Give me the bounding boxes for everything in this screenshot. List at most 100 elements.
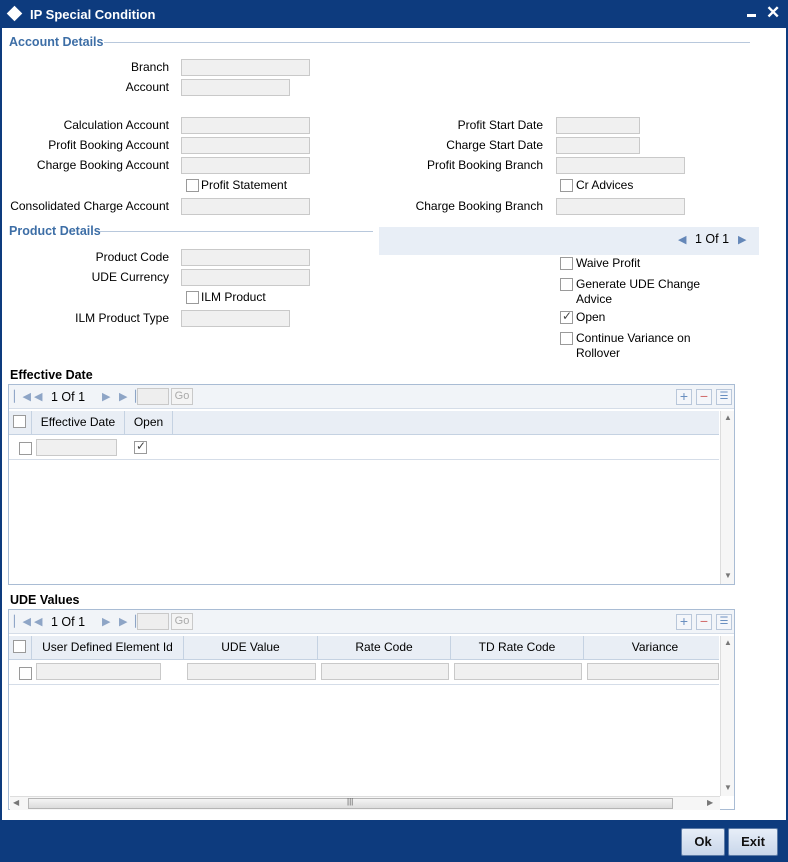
variance-column-header: Variance <box>631 640 679 654</box>
variance-cell-input[interactable] <box>587 663 719 680</box>
ude-values-page-input[interactable] <box>137 613 169 630</box>
profit-booking-branch-input[interactable] <box>556 157 685 174</box>
profit-start-date-label: Profit Start Date <box>457 118 543 132</box>
continue-variance-label-line1: Continue Variance on <box>576 331 691 345</box>
profit-booking-account-input[interactable] <box>181 137 310 154</box>
profit-booking-branch-label: Profit Booking Branch <box>426 158 543 172</box>
calculation-account-label: Calculation Account <box>63 118 169 132</box>
effective-date-grid-title: Effective Date <box>10 368 93 382</box>
generate-ude-change-advice-label-line1: Generate UDE Change <box>576 277 701 291</box>
effective-date-vertical-scrollbar[interactable]: ▲ ▼ <box>720 411 734 584</box>
select-all-cell <box>9 411 32 434</box>
select-all-checkbox[interactable] <box>13 415 26 428</box>
ude-value-column-header: UDE Value <box>184 636 318 659</box>
generate-ude-change-advice-label-line2: Advice <box>576 292 613 306</box>
row-select-checkbox[interactable] <box>19 667 32 680</box>
footer-bar <box>2 820 786 860</box>
next-page-icon[interactable]: ▶ <box>102 615 110 628</box>
delete-row-icon[interactable]: − <box>696 389 712 405</box>
exit-button[interactable]: Exit <box>728 828 778 856</box>
product-details-divider <box>100 231 373 232</box>
ude-values-grid: ▏◀ ◀ 1 Of 1 ▶ ▶▕ Go + − ☰ User Defined E… <box>8 609 735 810</box>
ilm-product-type-label: ILM Product Type <box>75 311 169 325</box>
account-details-divider <box>104 42 750 43</box>
ude-values-horizontal-scrollbar[interactable]: ◀ ||| ▶ <box>10 796 720 810</box>
ok-button[interactable]: Ok <box>681 828 725 856</box>
add-row-icon[interactable]: + <box>676 614 692 630</box>
effective-date-grid: ▏◀ ◀ 1 Of 1 ▶ ▶▕ Go + − ☰ Effective Date… <box>8 384 735 585</box>
last-page-icon[interactable]: ▶▕ <box>119 390 136 403</box>
ip-special-condition-window: IP Special Condition ✕ Account Details B… <box>0 0 788 862</box>
scrollbar-thumb[interactable]: ||| <box>28 797 673 809</box>
effective-date-page-input[interactable] <box>137 388 169 405</box>
charge-start-date-input[interactable] <box>556 137 640 154</box>
ude-values-grid-toolbar: ▏◀ ◀ 1 Of 1 ▶ ▶▕ Go + − ☰ <box>9 610 734 634</box>
waive-profit-checkbox[interactable] <box>560 257 573 270</box>
generate-ude-change-advice-checkbox[interactable] <box>560 278 573 291</box>
first-page-icon[interactable]: ▏◀ <box>14 615 31 628</box>
scroll-up-icon[interactable]: ▲ <box>724 413 732 422</box>
user-defined-element-id-cell-input[interactable] <box>36 663 161 680</box>
branch-input[interactable] <box>181 59 310 76</box>
last-page-icon[interactable]: ▶▕ <box>119 615 136 628</box>
branch-label: Branch <box>130 60 169 74</box>
select-all-cell <box>9 636 32 659</box>
select-all-checkbox[interactable] <box>13 640 26 653</box>
effective-date-go-button[interactable]: Go <box>171 388 193 405</box>
close-icon[interactable]: ✕ <box>766 3 780 23</box>
window-title: IP Special Condition <box>30 7 156 22</box>
ude-currency-input[interactable] <box>181 269 310 286</box>
ilm-product-type-input[interactable] <box>181 310 290 327</box>
product-pager-text: 1 Of 1 <box>695 232 730 246</box>
cr-advices-label: Cr Advices <box>576 178 634 192</box>
profit-statement-label: Profit Statement <box>201 178 288 192</box>
continue-variance-checkbox[interactable] <box>560 332 573 345</box>
ude-values-vertical-scrollbar[interactable]: ▲ ▼ <box>720 636 734 796</box>
product-details-section-title: Product Details <box>9 224 101 238</box>
ude-values-go-button[interactable]: Go <box>171 613 193 630</box>
ilm-product-checkbox[interactable] <box>186 291 199 304</box>
scroll-up-icon[interactable]: ▲ <box>724 638 732 647</box>
minimize-icon[interactable] <box>747 14 756 17</box>
account-input[interactable] <box>181 79 290 96</box>
charge-booking-branch-input[interactable] <box>556 198 685 215</box>
scroll-down-icon[interactable]: ▼ <box>724 571 732 580</box>
calculation-account-input[interactable] <box>181 117 310 134</box>
single-view-icon[interactable]: ☰ <box>716 389 732 405</box>
grip-icon: ||| <box>347 797 354 806</box>
cr-advices-checkbox[interactable] <box>560 179 573 192</box>
prev-page-icon[interactable]: ◀ <box>34 615 42 628</box>
row-select-checkbox[interactable] <box>19 442 32 455</box>
previous-record-icon[interactable]: ◀ <box>678 233 686 246</box>
effective-date-pager-text: 1 Of 1 <box>51 390 86 404</box>
profit-start-date-input[interactable] <box>556 117 640 134</box>
charge-booking-account-input[interactable] <box>181 157 310 174</box>
prev-page-icon[interactable]: ◀ <box>34 390 42 403</box>
td-rate-code-cell-input[interactable] <box>454 663 582 680</box>
open-checkbox[interactable] <box>560 309 573 324</box>
effective-date-column-header: Effective Date <box>32 411 125 434</box>
account-label: Account <box>125 80 169 94</box>
rate-code-cell-input[interactable] <box>321 663 449 680</box>
scroll-right-icon[interactable]: ▶ <box>707 798 713 807</box>
effective-date-grid-toolbar: ▏◀ ◀ 1 Of 1 ▶ ▶▕ Go + − ☰ <box>9 385 734 409</box>
delete-row-icon[interactable]: − <box>696 614 712 630</box>
single-view-icon[interactable]: ☰ <box>716 614 732 630</box>
next-record-icon[interactable]: ▶ <box>738 233 746 246</box>
scroll-down-icon[interactable]: ▼ <box>724 783 732 792</box>
consolidated-charge-account-input[interactable] <box>181 198 310 215</box>
profit-statement-checkbox[interactable] <box>186 179 199 192</box>
ude-value-cell-input[interactable] <box>187 663 316 680</box>
row-open-checkbox[interactable] <box>134 439 147 454</box>
product-code-input[interactable] <box>181 249 310 266</box>
charge-booking-account-label: Charge Booking Account <box>36 158 169 172</box>
next-page-icon[interactable]: ▶ <box>102 390 110 403</box>
first-page-icon[interactable]: ▏◀ <box>14 390 31 403</box>
scroll-left-icon[interactable]: ◀ <box>13 798 19 807</box>
add-row-icon[interactable]: + <box>676 389 692 405</box>
effective-date-cell-input[interactable] <box>36 439 117 456</box>
ude-values-grid-header: User Defined Element Id UDE Value Rate C… <box>9 636 719 660</box>
product-pager-bar: ◀ 1 Of 1 ▶ <box>379 227 759 255</box>
app-diamond-icon <box>6 5 23 22</box>
waive-profit-label: Waive Profit <box>576 256 641 270</box>
